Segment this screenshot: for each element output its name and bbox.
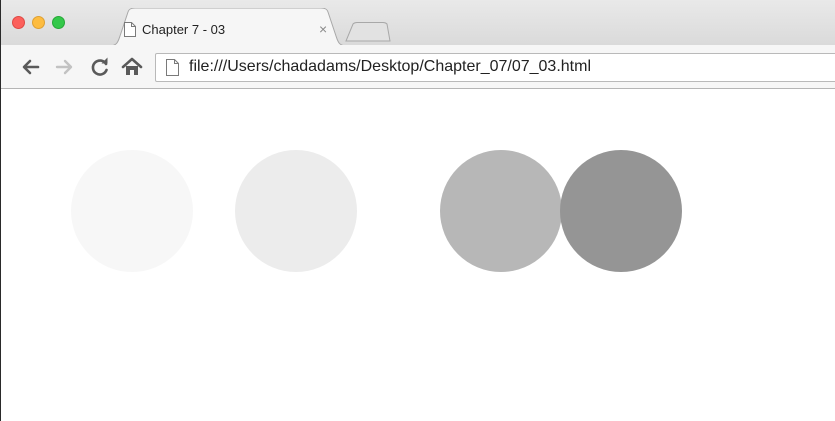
tab-strip: Chapter 7 - 03 × bbox=[1, 0, 835, 46]
circle-2 bbox=[235, 150, 357, 272]
document-icon bbox=[124, 22, 136, 37]
back-arrow-icon[interactable] bbox=[20, 56, 42, 78]
tab-active[interactable]: Chapter 7 - 03 × bbox=[109, 8, 347, 46]
circle-3 bbox=[440, 150, 562, 272]
toolbar: file:///Users/chadadams/Desktop/Chapter_… bbox=[1, 45, 835, 89]
browser-window: Chapter 7 - 03 × file:///Users/chadadams… bbox=[0, 0, 835, 421]
document-icon bbox=[166, 59, 179, 76]
forward-arrow-icon[interactable] bbox=[53, 56, 75, 78]
reload-icon[interactable] bbox=[89, 56, 111, 78]
tab-close-icon[interactable]: × bbox=[319, 21, 327, 37]
address-bar-url[interactable]: file:///Users/chadadams/Desktop/Chapter_… bbox=[189, 58, 591, 76]
window-zoom-button[interactable] bbox=[52, 16, 65, 29]
new-tab-button[interactable] bbox=[345, 22, 391, 42]
address-bar[interactable]: file:///Users/chadadams/Desktop/Chapter_… bbox=[155, 53, 835, 82]
home-icon[interactable] bbox=[121, 56, 143, 78]
circle-4 bbox=[560, 150, 682, 272]
window-close-button[interactable] bbox=[12, 16, 25, 29]
circle-1 bbox=[71, 150, 193, 272]
window-minimize-button[interactable] bbox=[32, 16, 45, 29]
tab-title: Chapter 7 - 03 bbox=[142, 22, 226, 37]
page-content bbox=[2, 89, 835, 421]
